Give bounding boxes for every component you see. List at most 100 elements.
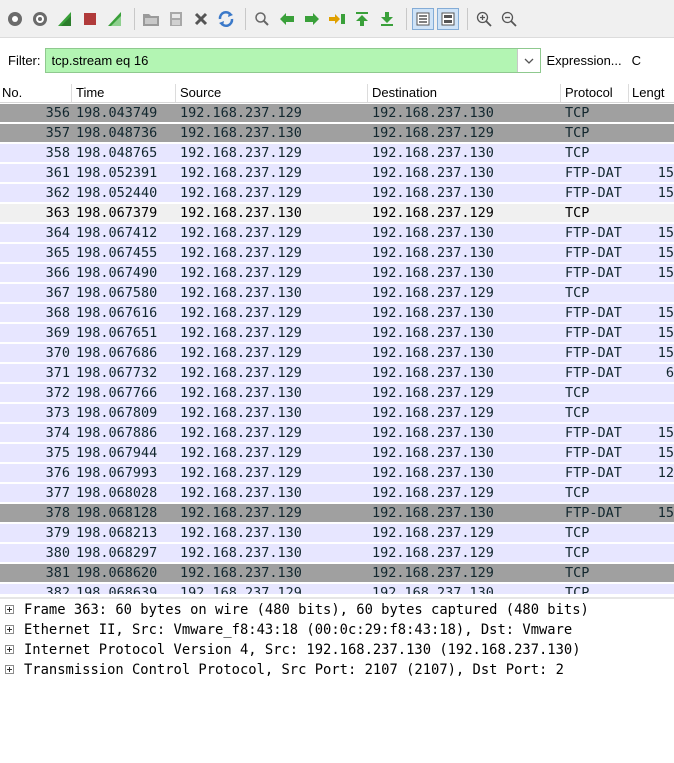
packet-time: 198.067809 (76, 405, 158, 421)
packet-row[interactable]: 364 198.067412 192.168.237.129 192.168.237.… (0, 224, 674, 242)
packet-no: 362 (45, 185, 70, 201)
packet-row[interactable]: 365 198.067455 192.168.237.129 192.168.237.… (0, 244, 674, 262)
expand-plus-icon[interactable] (5, 665, 14, 674)
column-header-protocol[interactable]: Protocol (565, 85, 613, 100)
main-toolbar (0, 0, 674, 38)
column-header-time[interactable]: Time (76, 85, 104, 100)
capture-options-icon[interactable] (29, 8, 51, 30)
go-forward-icon[interactable] (301, 8, 323, 30)
packet-row[interactable]: 361 198.052391 192.168.237.129 192.168.237.… (0, 164, 674, 182)
toolbar-separator (134, 7, 135, 30)
expand-plus-icon[interactable] (5, 625, 14, 634)
packet-row[interactable]: 372 198.067766 192.168.237.130 192.168.237.… (0, 384, 674, 402)
packet-row[interactable]: 370 198.067686 192.168.237.129 192.168.237.… (0, 344, 674, 362)
packet-source: 192.168.237.130 (180, 125, 302, 141)
go-back-icon[interactable] (276, 8, 298, 30)
detail-row-ethernet[interactable]: Ethernet II, Src: Vmware_f8:43:18 (00:0c… (0, 620, 674, 640)
packet-time: 198.067412 (76, 225, 158, 241)
packet-destination: 192.168.237.129 (372, 125, 494, 141)
detail-row-ipv4[interactable]: Internet Protocol Version 4, Src: 192.16… (0, 640, 674, 660)
packet-length: 15 (657, 425, 674, 441)
first-packet-icon[interactable] (351, 8, 373, 30)
packet-row[interactable]: 377 198.068028 192.168.237.130 192.168.237.… (0, 484, 674, 502)
packet-length: 15 (657, 265, 674, 281)
packet-row[interactable]: 373 198.067809 192.168.237.130 192.168.237.… (0, 404, 674, 422)
packet-row[interactable]: 376 198.067993 192.168.237.129 192.168.237.… (0, 464, 674, 482)
column-header-length[interactable]: Lengt (632, 85, 665, 100)
packet-row[interactable]: 358 198.048765 192.168.237.129 192.168.237.… (0, 144, 674, 162)
autoscroll-icon[interactable] (412, 7, 434, 30)
column-divider[interactable] (367, 84, 368, 102)
packet-source: 192.168.237.129 (180, 425, 302, 441)
expand-plus-icon[interactable] (5, 605, 14, 614)
packet-no: 367 (45, 285, 70, 301)
packet-source: 192.168.237.130 (180, 545, 302, 561)
packet-list-header: No. Time Source Destination Protocol Len… (0, 84, 674, 103)
packet-row[interactable]: 356 198.043749 192.168.237.129 192.168.237.… (0, 104, 674, 122)
filter-box[interactable] (44, 47, 541, 73)
packet-destination: 192.168.237.130 (372, 265, 494, 281)
packet-protocol: TCP (565, 545, 590, 561)
packet-row[interactable]: 378 198.068128 192.168.237.129 192.168.237.… (0, 504, 674, 522)
packet-row[interactable]: 380 198.068297 192.168.237.130 192.168.237.… (0, 544, 674, 562)
packet-row[interactable]: 357 198.048736 192.168.237.130 192.168.237.… (0, 124, 674, 142)
column-divider[interactable] (628, 84, 629, 102)
colorize-icon[interactable] (437, 7, 459, 30)
packet-length: 15 (657, 325, 674, 341)
packet-row-selected[interactable]: 363 198.067379 192.168.237.130 192.168.237.… (0, 204, 674, 222)
go-to-packet-icon[interactable] (326, 8, 348, 30)
packet-destination: 192.168.237.130 (372, 185, 494, 201)
zoom-out-icon[interactable] (498, 8, 520, 30)
packet-source: 192.168.237.129 (180, 345, 302, 361)
close-file-icon[interactable] (190, 8, 212, 30)
find-packet-icon[interactable] (251, 8, 273, 30)
detail-row-tcp[interactable]: Transmission Control Protocol, Src Port:… (0, 660, 674, 680)
packet-no: 379 (45, 525, 70, 541)
packet-destination: 192.168.237.129 (372, 565, 494, 581)
packet-protocol: TCP (565, 385, 590, 401)
packet-source: 192.168.237.129 (180, 585, 302, 594)
packet-row[interactable]: 375 198.067944 192.168.237.129 192.168.237.… (0, 444, 674, 462)
packet-row[interactable]: 371 198.067732 192.168.237.129 192.168.237.… (0, 364, 674, 382)
packet-row[interactable]: 367 198.067580 192.168.237.130 192.168.237.… (0, 284, 674, 302)
pane-splitter[interactable] (0, 597, 674, 599)
packet-destination: 192.168.237.130 (372, 425, 494, 441)
packet-row[interactable]: 368 198.067616 192.168.237.129 192.168.237.… (0, 304, 674, 322)
detail-text: Frame 363: 60 bytes on wire (480 bits), … (24, 602, 589, 618)
save-file-icon[interactable] (165, 8, 187, 30)
packet-length: 15 (657, 185, 674, 201)
column-divider[interactable] (71, 84, 72, 102)
reload-icon[interactable] (215, 8, 237, 30)
packet-source: 192.168.237.129 (180, 165, 302, 181)
last-packet-icon[interactable] (376, 8, 398, 30)
clear-button[interactable]: C (632, 53, 641, 68)
packet-row[interactable]: 374 198.067886 192.168.237.129 192.168.237.… (0, 424, 674, 442)
stop-capture-icon[interactable] (79, 8, 101, 30)
packet-row[interactable]: 362 198.052440 192.168.237.129 192.168.237.… (0, 184, 674, 202)
packet-destination: 192.168.237.129 (372, 485, 494, 501)
packet-row[interactable]: 379 198.068213 192.168.237.130 192.168.237.… (0, 524, 674, 542)
packet-length: 15 (657, 305, 674, 321)
expand-plus-icon[interactable] (5, 645, 14, 654)
restart-capture-icon[interactable] (104, 8, 126, 30)
packet-row[interactable]: 382 198.068639 192.168.237.129 192.168.237.… (0, 584, 674, 594)
expression-button[interactable]: Expression... (547, 53, 622, 68)
packet-protocol: TCP (565, 205, 590, 221)
start-capture-icon[interactable] (4, 8, 26, 30)
column-header-destination[interactable]: Destination (372, 85, 437, 100)
packet-source: 192.168.237.129 (180, 265, 302, 281)
column-divider[interactable] (175, 84, 176, 102)
column-header-source[interactable]: Source (180, 85, 221, 100)
open-file-icon[interactable] (140, 8, 162, 30)
column-divider[interactable] (560, 84, 561, 102)
packet-row[interactable]: 369 198.067651 192.168.237.129 192.168.237.… (0, 324, 674, 342)
packet-row[interactable]: 366 198.067490 192.168.237.129 192.168.237.… (0, 264, 674, 282)
filter-input[interactable] (45, 51, 514, 69)
column-header-no[interactable]: No. (2, 85, 22, 100)
zoom-in-icon[interactable] (473, 8, 495, 30)
packet-destination: 192.168.237.129 (372, 385, 494, 401)
packet-row[interactable]: 381 198.068620 192.168.237.130 192.168.237.… (0, 564, 674, 582)
shark-fin-blue-icon[interactable] (54, 8, 76, 30)
detail-row-frame[interactable]: Frame 363: 60 bytes on wire (480 bits), … (0, 600, 674, 620)
filter-dropdown-button[interactable] (516, 48, 540, 72)
